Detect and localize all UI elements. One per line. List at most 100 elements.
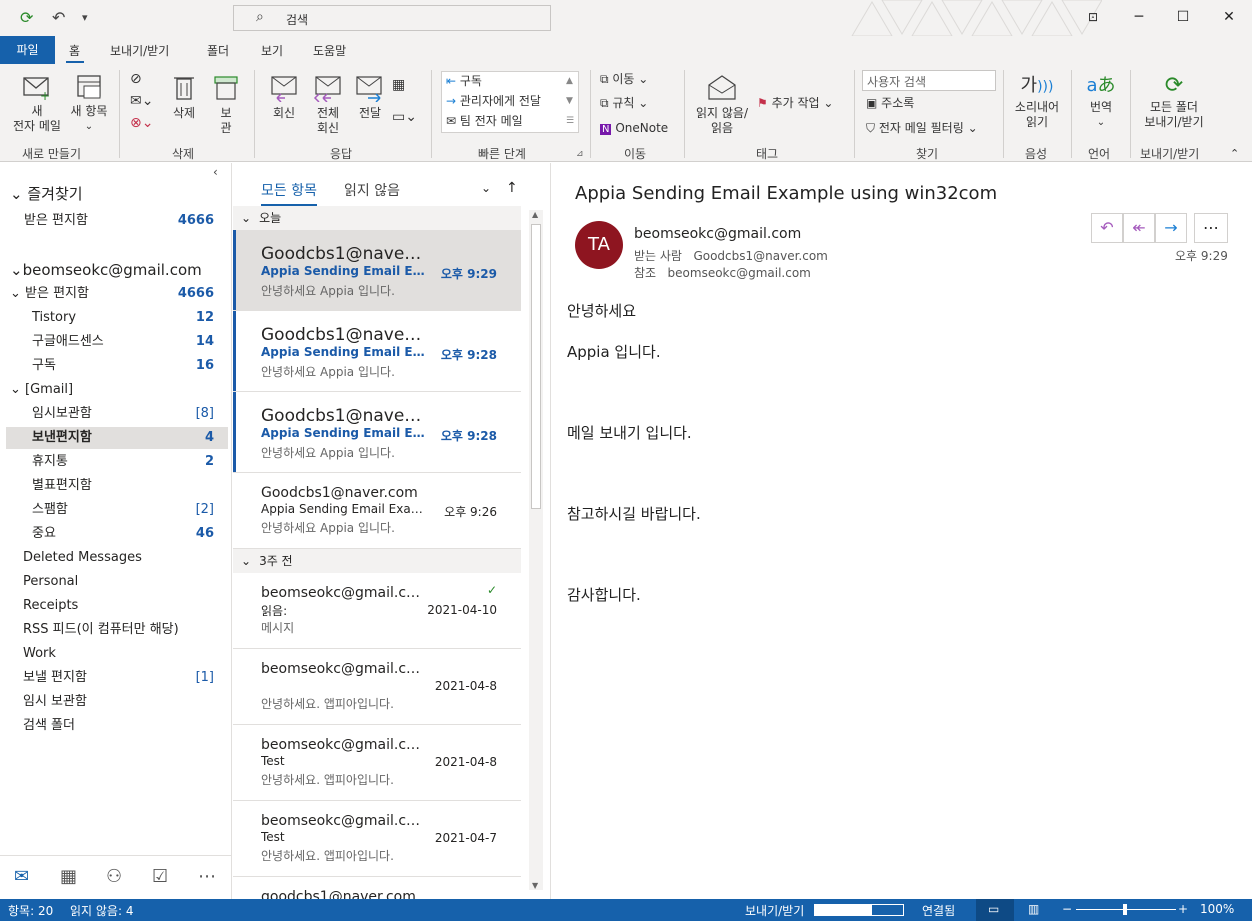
folder-item[interactable]: ⌄ [Gmail] — [0, 379, 228, 401]
scrollbar-thumb[interactable] — [531, 224, 541, 509]
menu-help[interactable]: 도움말 — [313, 42, 346, 59]
cc-value[interactable]: beomseokc@gmail.com — [668, 266, 811, 280]
folder-item[interactable]: 구독 16 — [0, 355, 228, 377]
folder-item[interactable]: 보낸편지함 4 — [6, 427, 228, 449]
to-value[interactable]: Goodcbs1@naver.com — [693, 249, 827, 263]
folder-item[interactable]: Receipts — [0, 595, 228, 617]
zoom-in-icon[interactable]: + — [1178, 902, 1188, 916]
menu-folder[interactable]: 폴더 — [207, 42, 229, 59]
message-item[interactable]: Goodcbs1@naver.comAppia Sending Email Ex… — [233, 230, 521, 311]
folder-item[interactable]: 휴지통 2 — [0, 451, 228, 473]
rules-button[interactable]: ⧉ 규칙 ⌄ — [600, 96, 648, 111]
qs-scroll-up-icon[interactable]: ▲ — [566, 74, 573, 89]
scroll-down-icon[interactable]: ▼ — [532, 881, 538, 890]
folder-item[interactable]: 스팸함 [2] — [0, 499, 228, 521]
reply-all-button[interactable]: ↞ — [1123, 213, 1155, 243]
people-icon[interactable]: ⚇ — [106, 866, 122, 887]
account-header[interactable]: ⌄beomseokc@gmail.com — [10, 259, 238, 283]
message-item[interactable]: beomseokc@gmail.com 읽음: 2021-04-10 메시지 ✓ — [233, 573, 521, 649]
sendreceive-all-button[interactable]: ⟳ 모든 폴더 보내기/받기 — [1136, 72, 1212, 130]
message-item[interactable]: goodcbs1@naver.com — [233, 877, 521, 899]
list-scrollbar[interactable]: ▲ ▼ — [529, 210, 543, 890]
message-item[interactable]: Goodcbs1@naver.comAppia Sending Email Ex… — [233, 392, 521, 473]
delete-button[interactable]: 삭제 — [164, 72, 204, 121]
read-aloud-button[interactable]: 가))) 소리내어 읽기 — [1008, 72, 1066, 130]
dialog-launcher-icon[interactable]: ⊿ — [576, 147, 584, 162]
more-respond-icon[interactable]: ▭⌄ — [392, 110, 417, 125]
more-actions-button[interactable]: ⋯ — [1194, 213, 1228, 243]
message-item[interactable]: Goodcbs1@naver.comAppia Sending Email Ex… — [233, 311, 521, 392]
minimize-button[interactable]: ─ — [1116, 0, 1162, 34]
undo-icon[interactable]: ↶ — [52, 8, 65, 27]
search-people-input[interactable]: 사용자 검색 — [862, 70, 996, 91]
sort-arrow-up-icon[interactable]: ↑ — [506, 180, 518, 196]
zoom-out-icon[interactable]: − — [1062, 902, 1072, 916]
folder-item[interactable]: Work — [0, 643, 228, 665]
reply-button[interactable]: 회신 — [262, 72, 306, 121]
tasks-icon[interactable]: ☑ — [152, 866, 168, 887]
favorites-header[interactable]: ⌄ 즐겨찾기 — [10, 183, 238, 207]
forward-button[interactable]: → — [1155, 213, 1187, 243]
folder-item[interactable]: Deleted Messages — [0, 547, 228, 569]
mail-icon[interactable]: ✉ — [14, 866, 29, 887]
tab-all[interactable]: 모든 항목 — [261, 180, 317, 206]
junk-icon[interactable]: ⊗⌄ — [130, 116, 153, 131]
reply-all-button[interactable]: 전체 회신 — [306, 72, 350, 136]
new-items-button[interactable]: 새 항목 ⌄ — [64, 72, 114, 134]
filter-email-button[interactable]: ⛉ 전자 메일 필터링 ⌄ — [866, 121, 978, 136]
unread-read-button[interactable]: 읽지 않음/ 읽음 — [690, 72, 754, 136]
message-item[interactable]: beomseokc@gmail.com 2021-04-8 안녕하세요. 앱피아입니… — [233, 649, 521, 725]
ignore-icon[interactable]: ⊘ — [130, 72, 142, 87]
folder-item[interactable]: 보낼 편지함 [1] — [0, 667, 228, 689]
qs-scroll-down-icon[interactable]: ▼ — [566, 94, 573, 109]
ribbon-display-icon[interactable]: ⊡ — [1070, 0, 1116, 34]
menu-view[interactable]: 보기 — [261, 42, 283, 59]
folder-item[interactable]: 임시 보관함 — [0, 691, 228, 713]
qs-expand-icon[interactable]: ☰ — [566, 114, 574, 129]
forward-button[interactable]: 전달 — [350, 72, 390, 121]
reading-view-icon[interactable]: ▥ — [1028, 902, 1039, 916]
folder-item[interactable]: ⌄ 받은 편지함 4666 — [0, 283, 228, 305]
onenote-button[interactable]: N OneNote — [600, 121, 668, 137]
qs-subscribe[interactable]: ⇤ 구독 — [446, 74, 482, 89]
email-from[interactable]: beomseokc@gmail.com — [634, 226, 801, 242]
more-apps-icon[interactable]: ⋯ — [198, 866, 216, 887]
collapse-pane-icon[interactable]: ‹ — [213, 165, 218, 179]
message-item[interactable]: beomseokc@gmail.com Test 2021-04-8 안녕하세요. 앱… — [233, 725, 521, 801]
filter-chevron-icon[interactable]: ⌄ — [481, 181, 491, 195]
folder-item[interactable]: 별표편지함 — [0, 475, 228, 497]
customize-qat-icon[interactable]: ▾ — [82, 11, 88, 24]
folder-item[interactable]: 중요 46 — [0, 523, 228, 545]
zoom-thumb[interactable] — [1123, 904, 1127, 915]
message-item[interactable]: beomseokc@gmail.com Test 2021-04-7 안녕하세요. 앱… — [233, 801, 521, 877]
move-button[interactable]: ⧉ 이동 ⌄ — [600, 72, 648, 87]
message-item[interactable]: Goodcbs1@naver.comAppia Sending Email Ex… — [233, 473, 521, 549]
section-header-today[interactable]: ⌄ 오늘 — [233, 206, 521, 230]
sync-icon[interactable]: ⟳ — [20, 8, 33, 27]
search-input[interactable]: ⌕ 검색 — [233, 5, 551, 31]
folder-item[interactable]: 임시보관함 [8] — [0, 403, 228, 425]
new-email-button[interactable]: + 새 전자 메일 — [8, 72, 66, 134]
calendar-icon[interactable]: ▦ — [60, 866, 77, 887]
folder-fav-inbox[interactable]: 받은 편지함 4666 — [0, 210, 228, 232]
folder-item[interactable]: 검색 폴더 — [0, 715, 228, 737]
close-button[interactable]: ✕ — [1206, 0, 1252, 34]
menu-home[interactable]: 홈 — [69, 42, 80, 59]
folder-item[interactable]: Personal — [0, 571, 228, 593]
address-book-button[interactable]: ▣ 주소록 — [866, 96, 914, 111]
reply-button[interactable]: ↶ — [1091, 213, 1123, 243]
archive-button[interactable]: 보 관 — [208, 72, 244, 136]
scroll-up-icon[interactable]: ▲ — [532, 210, 538, 219]
folder-item[interactable]: 구글애드센스 14 — [0, 331, 228, 353]
folder-item[interactable]: RSS 피드(이 컴퓨터만 해당) — [0, 619, 228, 641]
collapse-ribbon-icon[interactable]: ⌃ — [1230, 146, 1239, 161]
menu-sendreceive[interactable]: 보내기/받기 — [110, 42, 169, 59]
menu-file[interactable]: 파일 — [0, 36, 55, 64]
maximize-button[interactable]: ☐ — [1160, 0, 1206, 34]
avatar[interactable]: TA — [575, 221, 623, 269]
section-header-3weeks[interactable]: ⌄ 3주 전 — [233, 549, 521, 573]
translate-button[interactable]: aあ 번역 ⌄ — [1078, 72, 1124, 130]
cleanup-icon[interactable]: ✉⌄ — [130, 94, 153, 109]
qs-to-manager[interactable]: → 관리자에게 전달 — [446, 94, 541, 109]
followup-button[interactable]: ⚑ 추가 작업 ⌄ — [757, 96, 833, 111]
